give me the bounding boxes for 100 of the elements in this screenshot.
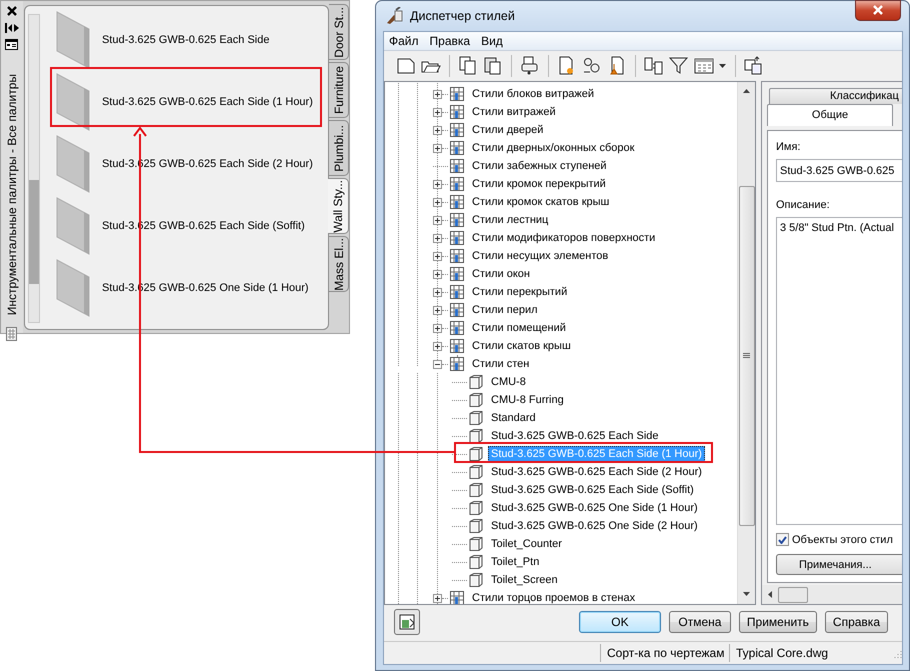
- dialog-button[interactable]: Отмена: [668, 611, 731, 633]
- tree-item[interactable]: Стили перекрытий: [469, 284, 570, 300]
- palette-tab[interactable]: Mass El...: [329, 236, 349, 292]
- tree-item[interactable]: Toilet_Screen: [488, 572, 561, 588]
- palette-tab[interactable]: Door St...: [329, 4, 349, 60]
- scrollbar[interactable]: [737, 82, 755, 604]
- tree-item[interactable]: Стили дверей: [469, 122, 546, 138]
- expand-icon[interactable]: [433, 198, 442, 206]
- properties-tab[interactable]: Классификац: [769, 88, 902, 104]
- tree-item[interactable]: Stud-3.625 GWB-0.625 One Side (2 Hour): [488, 518, 701, 534]
- scrollbar[interactable]: [762, 585, 902, 604]
- style-category-icon: [449, 302, 465, 318]
- palette-tool-label[interactable]: Stud-3.625 GWB-0.625 Each Side (1 Hour): [102, 96, 313, 108]
- copy-icon[interactable]: [458, 56, 478, 76]
- paste-icon[interactable]: [483, 56, 503, 76]
- palette-tab[interactable]: Plumbi...: [329, 120, 349, 176]
- expand-icon[interactable]: [433, 252, 442, 260]
- menu-item[interactable]: Вид: [476, 34, 509, 48]
- tree-item[interactable]: Стили лестниц: [469, 212, 552, 228]
- checkbox-label[interactable]: Объекты этого стил: [792, 534, 893, 546]
- dropdown-caret-icon[interactable]: [719, 64, 727, 68]
- wall-swatch-icon[interactable]: [56, 11, 90, 69]
- properties-tab[interactable]: Общие: [767, 104, 893, 126]
- palette-menu-icon[interactable]: [6, 327, 18, 342]
- tree-item[interactable]: Стили стен: [469, 356, 532, 372]
- tree-item[interactable]: Стили забежных ступеней: [469, 158, 610, 174]
- toggle-view-icon[interactable]: [744, 56, 764, 76]
- expand-icon[interactable]: [433, 144, 442, 152]
- description-field[interactable]: 3 5/8" Stud Ptn. (Actual: [776, 217, 902, 525]
- tree-item[interactable]: Стили перил: [469, 302, 541, 318]
- view-toggle-button[interactable]: [394, 609, 420, 635]
- palette-tab[interactable]: Wall Sty...: [328, 178, 349, 234]
- palette-tab[interactable]: Furniture: [329, 62, 349, 118]
- expand-icon[interactable]: [433, 342, 442, 350]
- tree-item[interactable]: Стили помещений: [469, 320, 569, 336]
- tree-item[interactable]: Stud-3.625 GWB-0.625 One Side (1 Hour): [488, 500, 701, 516]
- palette-tool-label[interactable]: Stud-3.625 GWB-0.625 Each Side: [102, 34, 270, 46]
- tree-item[interactable]: Standard: [488, 410, 539, 426]
- dialog-button[interactable]: Справка: [824, 611, 888, 633]
- dialog-button[interactable]: OK: [578, 611, 661, 633]
- notes-button[interactable]: Примечания...: [776, 554, 902, 575]
- tree-item[interactable]: Стили блоков витражей: [469, 86, 598, 102]
- tree-item[interactable]: Stud-3.625 GWB-0.625 Each Side (Soffit): [488, 482, 697, 498]
- tree-item[interactable]: Стили витражей: [469, 104, 559, 120]
- expand-icon[interactable]: [433, 108, 442, 116]
- tree-item[interactable]: Стили кромок перекрытий: [469, 176, 609, 192]
- name-field[interactable]: Stud-3.625 GWB-0.625: [776, 159, 902, 182]
- tree-item[interactable]: Стили модификаторов поверхности: [469, 230, 658, 246]
- properties-icon[interactable]: [5, 39, 18, 50]
- menu-item[interactable]: Файл: [384, 34, 425, 48]
- wall-swatch-icon[interactable]: [56, 197, 90, 255]
- style-category-icon: [449, 122, 465, 138]
- expand-icon[interactable]: [433, 594, 442, 602]
- wall-swatch-icon[interactable]: [56, 73, 90, 131]
- tree-item[interactable]: Стили скатов крыш: [469, 338, 574, 354]
- expand-icon[interactable]: [433, 324, 442, 332]
- new-document-icon[interactable]: [396, 56, 416, 76]
- wall-style-icon: [468, 482, 484, 498]
- tree-item[interactable]: Стили торцов проемов в стенах: [469, 590, 638, 604]
- scroll-left-icon[interactable]: [768, 591, 772, 598]
- table-view-icon[interactable]: [694, 56, 714, 76]
- expand-icon[interactable]: [433, 216, 442, 224]
- tree-item[interactable]: CMU-8 Furring: [488, 392, 567, 408]
- auto-hide-icon[interactable]: [4, 23, 19, 33]
- dialog-button[interactable]: Применить: [738, 611, 817, 633]
- resize-grip-icon[interactable]: [892, 648, 902, 658]
- expand-icon[interactable]: [433, 306, 442, 314]
- tree-item[interactable]: Стили несущих элементов: [469, 248, 612, 264]
- status-text: Сорт-ка по чертежам: [600, 644, 729, 662]
- tree-item[interactable]: Toilet_Ptn: [488, 554, 542, 570]
- tree-item[interactable]: CMU-8: [488, 374, 529, 390]
- tree-item[interactable]: Стили окон: [469, 266, 533, 282]
- tree-item[interactable]: Стили дверных/оконных сборок: [469, 140, 638, 156]
- close-icon[interactable]: [6, 5, 18, 17]
- drawing-icon: [399, 614, 415, 630]
- style-category-icon: [449, 158, 465, 174]
- compare-icon[interactable]: [644, 56, 664, 76]
- wall-swatch-icon[interactable]: [56, 135, 90, 193]
- tree-item[interactable]: Toilet_Counter: [488, 536, 565, 552]
- scroll-up-icon[interactable]: [743, 89, 750, 93]
- tree-item[interactable]: Stud-3.625 GWB-0.625 Each Side: [488, 428, 662, 444]
- expand-icon[interactable]: [433, 90, 442, 98]
- wall-swatch-icon[interactable]: [56, 259, 90, 317]
- scrollbar[interactable]: [28, 14, 40, 323]
- expand-icon[interactable]: [433, 234, 442, 242]
- style-category-icon: [449, 230, 465, 246]
- expand-icon[interactable]: [433, 180, 442, 188]
- expand-icon[interactable]: [433, 270, 442, 278]
- checkbox[interactable]: [776, 533, 789, 546]
- palette-title: Инструментальные палитры - Все палитры: [4, 74, 19, 316]
- filter-icon[interactable]: [669, 56, 689, 76]
- wall-style-icon: [468, 428, 484, 444]
- menu-item[interactable]: Правка: [424, 34, 476, 48]
- tree-item[interactable]: Stud-3.625 GWB-0.625 Each Side (2 Hour): [488, 464, 705, 480]
- expand-icon[interactable]: [433, 288, 442, 296]
- tree-item[interactable]: Стили кромок скатов крыш: [469, 194, 612, 210]
- collapse-icon[interactable]: [433, 360, 442, 368]
- scroll-down-icon[interactable]: [743, 592, 750, 596]
- close-button[interactable]: [855, 0, 901, 20]
- expand-icon[interactable]: [433, 126, 442, 134]
